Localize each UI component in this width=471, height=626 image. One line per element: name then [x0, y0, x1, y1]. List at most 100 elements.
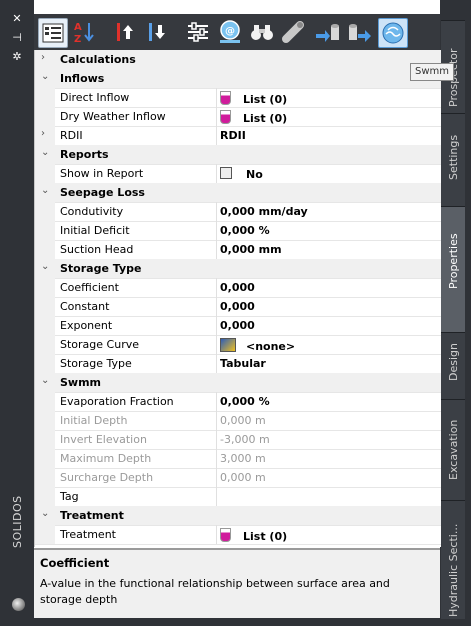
close-icon[interactable]: ✕ [0, 12, 34, 26]
move-up-button[interactable] [112, 18, 140, 46]
tab-hydraulic-section[interactable]: Hydraulic Secti... [441, 500, 465, 619]
property-row[interactable]: Direct Inflow List (0) [35, 88, 441, 108]
property-row[interactable]: Maximum Depth 3,000 m [35, 449, 441, 469]
property-name: Suction Head [60, 243, 134, 256]
chevron-down-icon[interactable]: ⌄ [41, 375, 49, 386]
chevron-down-icon[interactable]: ⌄ [41, 508, 49, 519]
flask-icon [220, 528, 231, 542]
category-label: Treatment [60, 509, 124, 522]
property-value[interactable]: RDII [220, 129, 246, 142]
settings-sliders-button[interactable] [184, 18, 212, 46]
row-gutter [35, 88, 55, 107]
property-name: Maximum Depth [60, 452, 152, 465]
row-gutter [35, 126, 55, 145]
category-row[interactable]: › Calculations [35, 50, 441, 70]
property-value-text: 0,000 [220, 300, 255, 313]
sort-alphabetical-button[interactable]: A Z [70, 18, 98, 46]
property-value[interactable]: List (0) [220, 91, 287, 106]
property-row[interactable]: Dry Weather Inflow List (0) [35, 107, 441, 127]
property-value[interactable]: 0,000 % [220, 224, 270, 237]
column-divider [216, 525, 217, 544]
property-value[interactable]: 0,000 mm/day [220, 205, 308, 218]
property-row[interactable]: Storage Curve <none> [35, 335, 441, 355]
pipe-icon [282, 21, 304, 43]
property-name: Tag [60, 490, 79, 503]
categorized-view-button[interactable] [38, 18, 68, 48]
chevron-right-icon[interactable]: › [41, 128, 45, 139]
property-row[interactable]: Tag [35, 487, 441, 507]
property-value-text: -3,000 m [220, 433, 270, 446]
property-value[interactable]: No [220, 167, 263, 181]
swmm-button[interactable] [378, 18, 408, 48]
property-value[interactable]: 0,000 [220, 281, 255, 294]
property-name: Direct Inflow [60, 91, 130, 104]
auto-hide-icon[interactable]: ⊣ [0, 31, 34, 45]
column-divider [216, 202, 217, 221]
property-row[interactable]: › RDII RDII [35, 126, 441, 146]
property-value-text: 3,000 m [220, 452, 266, 465]
property-value[interactable]: 0,000 [220, 300, 255, 313]
category-row[interactable]: ⌄ Inflows [35, 69, 441, 89]
palette-logo-icon [12, 598, 25, 611]
property-value[interactable]: Tabular [220, 357, 266, 370]
property-row[interactable]: Treatment List (0) [35, 525, 441, 545]
property-value-text: List (0) [243, 530, 288, 543]
category-label: Inflows [60, 72, 105, 85]
pipe-button[interactable] [280, 18, 308, 46]
property-value[interactable]: 0,000 [220, 319, 255, 332]
property-row[interactable]: Invert Elevation -3,000 m [35, 430, 441, 450]
property-name: Evaporation Fraction [60, 395, 174, 408]
property-row[interactable]: Initial Deficit 0,000 % [35, 221, 441, 241]
property-row[interactable]: Suction Head 0,000 mm [35, 240, 441, 260]
node-arrow-button[interactable] [346, 18, 374, 46]
property-row[interactable]: Coefficient 0,000 [35, 278, 441, 298]
network-globe-button[interactable]: @ [216, 18, 244, 46]
arrow-to-node-button[interactable] [314, 18, 342, 46]
property-grid: › Calculations ⌄ Inflows Direct Inflow List (… [34, 50, 441, 547]
property-value-text: 0,000 mm [220, 243, 282, 256]
property-value-text: 0,000 % [220, 224, 270, 237]
tab-design-label: Design [447, 343, 460, 381]
property-value[interactable]: 0,000 % [220, 395, 270, 408]
property-row[interactable]: Storage Type Tabular [35, 354, 441, 374]
property-row[interactable]: Evaporation Fraction 0,000 % [35, 392, 441, 412]
category-row[interactable]: ⌄ Swmm [35, 373, 441, 393]
settings-gear-icon[interactable]: ✲ [0, 50, 34, 64]
tab-properties[interactable]: Properties [441, 206, 465, 332]
property-name: Treatment [60, 528, 116, 541]
property-row[interactable]: Show in Report No [35, 164, 441, 184]
property-value[interactable]: <none> [220, 338, 295, 353]
tab-design[interactable]: Design [441, 332, 465, 399]
property-row[interactable]: Constant 0,000 [35, 297, 441, 317]
chevron-down-icon[interactable]: ⌄ [41, 185, 49, 196]
column-divider [216, 468, 217, 487]
property-row[interactable]: Exponent 0,000 [35, 316, 441, 336]
chevron-down-icon[interactable]: ⌄ [41, 71, 49, 82]
property-row[interactable]: Surcharge Depth 0,000 m [35, 468, 441, 488]
move-down-button[interactable] [144, 18, 172, 46]
tab-excavation[interactable]: Excavation [441, 399, 465, 500]
property-name: Storage Curve [60, 338, 139, 351]
category-row[interactable]: ⌄ Treatment [35, 506, 441, 526]
chevron-right-icon[interactable]: › [41, 52, 45, 63]
property-value[interactable]: 0,000 mm [220, 243, 282, 256]
property-value[interactable]: List (0) [220, 528, 287, 543]
category-row[interactable]: ⌄ Storage Type [35, 259, 441, 279]
category-row[interactable]: ⌄ Seepage Loss [35, 183, 441, 203]
column-divider [216, 278, 217, 297]
property-value[interactable]: List (0) [220, 110, 287, 125]
binoculars-button[interactable] [248, 18, 276, 46]
tab-settings[interactable]: Settings [441, 113, 465, 206]
property-row[interactable]: Initial Depth 0,000 m [35, 411, 441, 431]
chevron-down-icon[interactable]: ⌄ [41, 261, 49, 272]
property-value-text: 0,000 m [220, 471, 266, 484]
property-name: Initial Depth [60, 414, 128, 427]
row-gutter [35, 525, 55, 544]
category-row[interactable]: ⌄ Reports [35, 145, 441, 165]
property-row[interactable]: Condutivity 0,000 mm/day [35, 202, 441, 222]
chevron-down-icon[interactable]: ⌄ [41, 147, 49, 158]
checkbox[interactable] [220, 167, 232, 179]
property-value: 0,000 m [220, 471, 266, 484]
row-gutter [35, 221, 55, 240]
category-label: Seepage Loss [60, 186, 145, 199]
